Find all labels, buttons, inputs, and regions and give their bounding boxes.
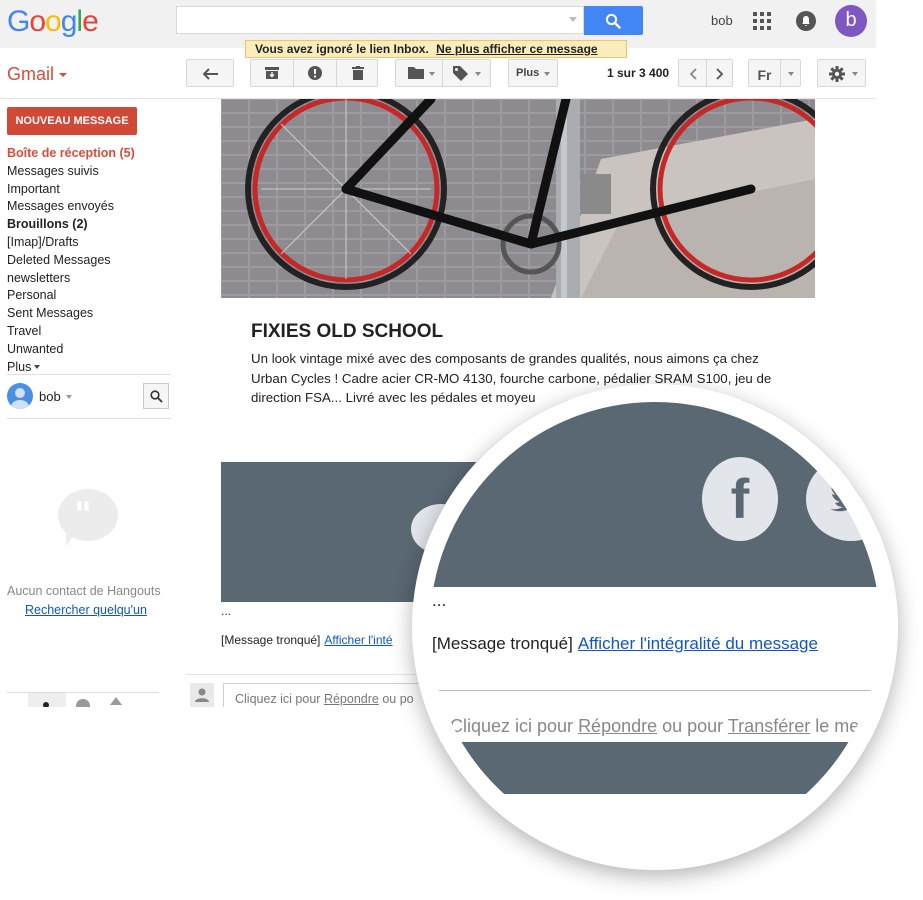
- sidebar-folder-item[interactable]: Unwanted: [7, 341, 135, 359]
- more-actions-label: Plus: [516, 67, 540, 79]
- search-icon: [605, 13, 621, 29]
- truncated-notice: [Message tronqué] Afficher l'inté: [221, 633, 393, 647]
- gear-icon: [829, 66, 845, 82]
- sidebar-folder-item[interactable]: Boîte de réception (5): [7, 145, 135, 163]
- show-full-message-link[interactable]: Afficher l'inté: [324, 633, 392, 647]
- archive-icon: [265, 67, 279, 79]
- chevron-down-icon: [475, 72, 481, 76]
- apps-grid-icon[interactable]: [753, 12, 771, 30]
- reply-mid-text: ou po: [378, 692, 414, 706]
- search-input[interactable]: [176, 6, 584, 34]
- dismiss-notice-link[interactable]: Ne plus afficher ce message: [436, 42, 597, 56]
- input-tools-group: Fr: [748, 59, 801, 87]
- hangouts-bubble-tail: [66, 534, 75, 546]
- google-logo[interactable]: Google: [7, 5, 99, 39]
- folder-icon: [408, 67, 424, 79]
- move-to-button[interactable]: [396, 60, 442, 86]
- pagination-count: 1 sur 3 400: [607, 66, 669, 80]
- hangouts-empty-text: Aucun contact de Hangouts: [7, 584, 161, 598]
- truncated-label: [Message tronqué]: [221, 633, 321, 647]
- logo-letter: o: [45, 5, 62, 38]
- sidebar-folder-item[interactable]: Sent Messages: [7, 305, 135, 323]
- find-someone-link[interactable]: Rechercher quelqu'un: [25, 603, 147, 617]
- back-arrow-icon: [203, 68, 218, 80]
- notice-text: Vous avez ignoré le lien Inbox.: [255, 42, 429, 56]
- sidebar-divider: [7, 374, 171, 375]
- hangouts-avatar: [7, 383, 33, 409]
- archive-button[interactable]: [251, 60, 293, 86]
- notifications-bell-icon[interactable]: [796, 11, 816, 31]
- more-actions-button[interactable]: Plus: [508, 59, 558, 87]
- search-icon: [150, 390, 163, 403]
- report-spam-button[interactable]: [294, 60, 336, 86]
- chevron-down-icon[interactable]: [788, 72, 794, 76]
- logo-letter: o: [29, 5, 46, 38]
- language-button[interactable]: Fr: [749, 60, 780, 86]
- chevron-right-icon: [716, 68, 724, 80]
- chevron-down-icon: [34, 365, 41, 370]
- spam-icon: [308, 66, 322, 80]
- label-tag-icon: [453, 66, 468, 81]
- sidebar-folder-item[interactable]: Important: [7, 181, 135, 199]
- pager-buttons: [678, 59, 733, 87]
- sidebar-folder-item[interactable]: [Imap]/Drafts: [7, 234, 135, 252]
- hangouts-search-button[interactable]: [143, 383, 169, 409]
- pager-range: 1 sur: [607, 66, 640, 80]
- sidebar-folder-item[interactable]: Personal: [7, 287, 135, 305]
- magnifier-ring: [412, 384, 898, 870]
- logo-letter: G: [7, 5, 30, 38]
- avatar[interactable]: b: [835, 5, 867, 37]
- pager-total: 3 400: [639, 66, 670, 80]
- inbox-ignored-notice: Vous avez ignoré le lien Inbox. Ne plus …: [245, 40, 627, 58]
- chevron-down-icon: [852, 72, 858, 76]
- chevron-down-icon: [66, 395, 72, 399]
- sidebar-folder-item[interactable]: newsletters: [7, 270, 135, 288]
- delete-button[interactable]: [337, 60, 379, 86]
- sidebar-more-label: Plus: [7, 359, 32, 374]
- settings-button[interactable]: [817, 59, 866, 87]
- older-button[interactable]: [707, 60, 734, 86]
- search-button[interactable]: [584, 6, 643, 35]
- app-switcher[interactable]: Gmail: [7, 64, 68, 85]
- logo-letter: e: [82, 5, 99, 38]
- chevron-down-icon: [544, 72, 550, 76]
- hangouts-user-name: bob: [39, 389, 61, 404]
- reply-prefix: Cliquez ici pour: [235, 692, 324, 706]
- reply-link[interactable]: Répondre: [324, 692, 379, 706]
- quote-mark-icon: ": [74, 495, 92, 535]
- sidebar-folder-item[interactable]: Brouillons (2): [7, 216, 135, 234]
- organize-group: [395, 59, 491, 87]
- compose-button[interactable]: NOUVEAU MESSAGE: [7, 107, 137, 135]
- sidebar-folder-item[interactable]: Messages suivis: [7, 163, 135, 181]
- trimmed-content-ellipsis[interactable]: ...: [221, 604, 231, 618]
- sidebar-folder-item[interactable]: Travel: [7, 323, 135, 341]
- sidebar-divider: [7, 418, 171, 419]
- account-name[interactable]: bob: [711, 13, 733, 28]
- logo-letter: g: [60, 5, 78, 38]
- search-options-caret-icon[interactable]: [569, 17, 577, 22]
- reply-avatar-icon: [190, 683, 214, 707]
- folder-list: Boîte de réception (5) Messages suivis Imp…: [7, 145, 135, 376]
- back-button[interactable]: [186, 59, 234, 87]
- chevron-left-icon: [689, 68, 697, 80]
- sidebar-folder-item[interactable]: Deleted Messages: [7, 252, 135, 270]
- trash-icon: [352, 66, 364, 80]
- chevron-down-icon: [429, 72, 435, 76]
- labels-button[interactable]: [443, 60, 491, 86]
- chevron-down-icon: [59, 73, 68, 78]
- app-switcher-label: Gmail: [7, 64, 55, 84]
- newer-button[interactable]: [679, 60, 706, 86]
- hangouts-tab-icons: [28, 693, 122, 707]
- email-headline: FIXIES OLD SCHOOL: [251, 321, 444, 342]
- message-actions-group: [250, 59, 378, 87]
- sidebar-folder-item[interactable]: Messages envoyés: [7, 198, 135, 216]
- magnifier-callout: f ... [Message tronqué] Afficher l'intégr…: [412, 384, 898, 870]
- bicycle-photo: [221, 99, 815, 298]
